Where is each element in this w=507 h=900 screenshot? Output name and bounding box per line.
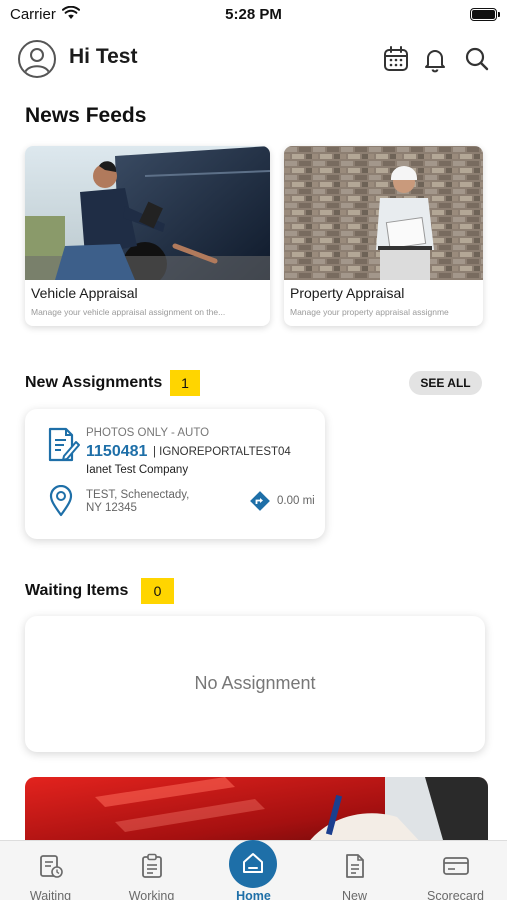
address-line-1: TEST, Schenectady,: [86, 489, 190, 501]
document-edit-icon: [48, 427, 80, 462]
search-icon[interactable]: [463, 45, 491, 73]
tab-label: Working: [128, 889, 175, 900]
news-card-title: Property Appraisal: [290, 285, 405, 301]
tab-label: Scorecard: [427, 889, 484, 900]
tab-label: Home: [236, 889, 271, 900]
tab-working[interactable]: Working: [101, 841, 202, 900]
assignment-distance: 0.00 mi: [277, 495, 315, 507]
assignment-address: TEST, Schenectady, NY 12345: [86, 489, 216, 515]
new-assignments-count-badge: 1: [170, 370, 200, 396]
status-bar: Carrier 5:28 PM: [0, 0, 507, 30]
waiting-icon: [40, 855, 63, 878]
news-card-property[interactable]: Property Appraisal Manage your property …: [284, 146, 483, 326]
scorecard-icon: [443, 857, 469, 875]
property-appraisal-image: [284, 146, 483, 280]
news-card-subtitle: Manage your property appraisal assignme: [290, 307, 449, 317]
news-card-title: Vehicle Appraisal: [31, 285, 138, 301]
clock: 5:28 PM: [225, 6, 282, 23]
app-header: Hi Test: [0, 38, 507, 82]
new-document-icon: [346, 854, 364, 878]
vehicle-appraisal-image: [25, 146, 270, 280]
assignment-code: | IGNOREPORTALTEST04: [153, 446, 291, 458]
assignment-company: Ianet Test Company: [86, 464, 189, 476]
tab-new[interactable]: New: [304, 841, 405, 900]
promo-banner[interactable]: [25, 777, 488, 847]
location-pin-icon: [49, 485, 73, 517]
home-icon: [243, 853, 263, 873]
assignment-card[interactable]: PHOTOS ONLY - AUTO 1150481 | IGNOREPORTA…: [25, 409, 325, 539]
tab-label: New: [341, 889, 367, 900]
directions-icon[interactable]: [249, 490, 271, 512]
address-line-2: NY 12345: [86, 502, 137, 514]
greeting: Hi Test: [69, 45, 138, 68]
avatar[interactable]: [18, 40, 56, 78]
news-card-subtitle: Manage your vehicle appraisal assignment…: [31, 307, 226, 317]
promo-banner-image: [25, 777, 488, 847]
tab-scorecard[interactable]: Scorecard: [405, 841, 506, 900]
tab-label: Waiting: [29, 889, 72, 900]
news-feeds-title: News Feeds: [25, 104, 147, 127]
waiting-items-count-badge: 0: [141, 578, 174, 604]
home-tab-button[interactable]: [229, 840, 277, 888]
tab-waiting[interactable]: Waiting: [0, 841, 101, 900]
clipboard-icon: [142, 853, 162, 878]
empty-state-text: No Assignment: [194, 673, 316, 693]
calendar-icon[interactable]: [382, 45, 410, 73]
battery-icon: [470, 8, 500, 21]
waiting-items-title: Waiting Items: [25, 582, 129, 599]
bell-icon[interactable]: [421, 45, 449, 73]
see-all-button[interactable]: SEE ALL: [409, 371, 482, 395]
assignment-number: 1150481: [86, 443, 148, 460]
waiting-items-card: No Assignment: [25, 616, 485, 752]
new-assignments-title: New Assignments: [25, 374, 163, 391]
news-card-vehicle[interactable]: Vehicle Appraisal Manage your vehicle ap…: [25, 146, 270, 326]
user-icon: [24, 48, 50, 74]
assignment-type: PHOTOS ONLY - AUTO: [86, 427, 210, 439]
